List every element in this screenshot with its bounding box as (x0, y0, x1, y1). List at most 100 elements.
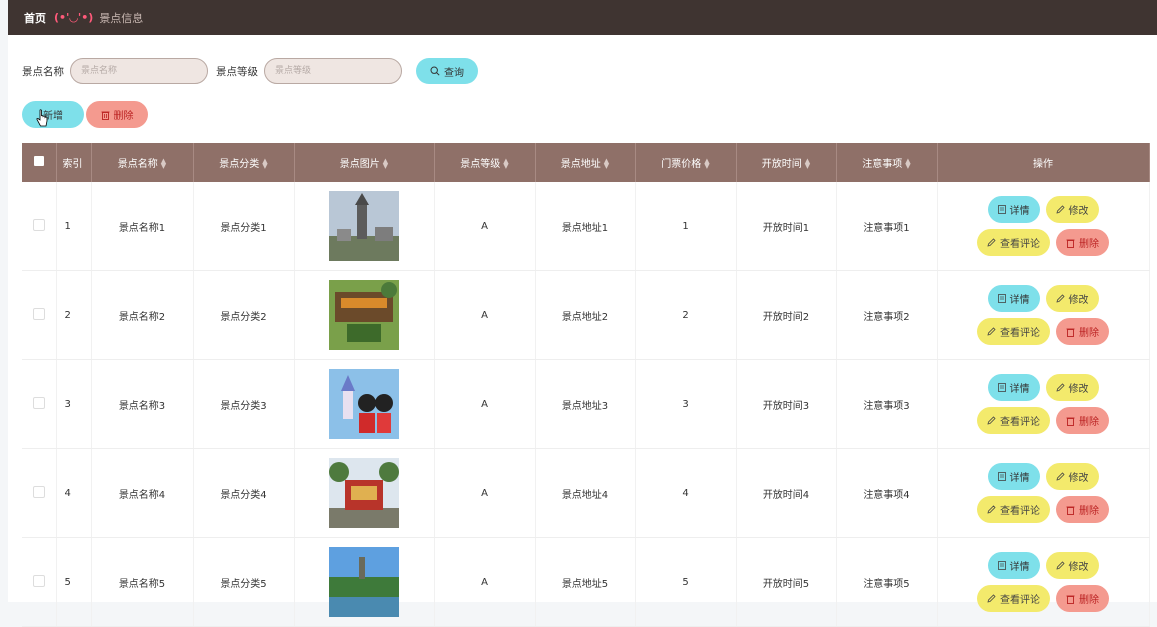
pencil-icon (987, 238, 996, 247)
row-action-group: 详情 修改 查看评论 删除 (938, 374, 1149, 434)
row-delete-button[interactable]: 删除 (1056, 496, 1109, 523)
col-level-label: 景点等级 (460, 159, 501, 170)
col-price[interactable]: 门票价格 ▲ ▼ (635, 143, 737, 182)
view-comments-button[interactable]: 查看评论 (977, 229, 1050, 256)
detail-button[interactable]: 详情 (987, 196, 1040, 223)
pencil-icon (1055, 205, 1065, 214)
row-level: A (434, 270, 536, 360)
row-index: 1 (56, 182, 92, 271)
col-address[interactable]: 景点地址 ▲ ▼ (535, 143, 636, 182)
content-panel: 景点名称 景点等级 查询 新增 删除 索引 景点名称▲▼ 景点分类▲▼ (8, 35, 1157, 627)
row-address: 景点地址3 (535, 359, 636, 449)
search-button-label: 查询 (444, 67, 464, 79)
col-notes-label: 注意事项 (862, 159, 903, 170)
view-comments-button[interactable]: 查看评论 (977, 407, 1050, 434)
col-notes[interactable]: 注意事项 ▲ ▼ (836, 143, 938, 182)
sort-icon[interactable]: ▲ ▼ (604, 158, 609, 170)
sort-icon[interactable]: ▲ ▼ (805, 158, 810, 170)
bulk-delete-button[interactable]: 删除 (86, 101, 148, 128)
detail-button[interactable]: 详情 (987, 552, 1040, 579)
detail-button-label: 详情 (1009, 384, 1030, 395)
row-category: 景点分类4 (193, 448, 295, 538)
detail-button[interactable]: 详情 (987, 285, 1040, 312)
pencil-icon (1055, 561, 1065, 570)
row-select-cell[interactable] (22, 448, 57, 538)
row-checkbox[interactable] (32, 574, 45, 587)
row-delete-button[interactable]: 删除 (1056, 229, 1109, 256)
row-checkbox[interactable] (32, 218, 45, 231)
view-comments-button[interactable]: 查看评论 (977, 496, 1050, 523)
col-name-label: 景点名称 (117, 159, 158, 170)
row-address: 景点地址4 (535, 448, 636, 538)
row-name: 景点名称3 (91, 359, 194, 449)
detail-button[interactable]: 详情 (987, 374, 1040, 401)
sort-icon[interactable]: ▲ ▼ (905, 158, 910, 170)
edit-button[interactable]: 修改 (1045, 374, 1099, 401)
row-select-cell[interactable] (22, 270, 57, 360)
row-hours: 开放时间4 (736, 448, 837, 538)
row-action-line: 详情 修改 (987, 196, 1099, 223)
row-level: A (434, 537, 536, 627)
edit-button[interactable]: 修改 (1045, 552, 1099, 579)
row-action-line: 查看评论 删除 (977, 585, 1109, 612)
row-delete-button[interactable]: 删除 (1056, 407, 1109, 434)
add-button[interactable]: 新增 (22, 101, 84, 128)
sort-icon[interactable]: ▲ ▼ (262, 158, 267, 170)
sort-icon[interactable]: ▲ ▼ (161, 158, 166, 170)
col-actions: 操作 (937, 143, 1150, 182)
attraction-image (329, 458, 399, 528)
level-search-input[interactable] (264, 58, 402, 84)
row-checkbox[interactable] (32, 485, 45, 498)
sort-icon[interactable]: ▲ ▼ (704, 158, 709, 170)
edit-button[interactable]: 修改 (1045, 463, 1099, 490)
edit-button[interactable]: 修改 (1045, 285, 1099, 312)
col-category[interactable]: 景点分类 ▲ ▼ (193, 143, 295, 182)
pencil-icon (1055, 472, 1065, 481)
row-action-line: 查看评论 删除 (977, 496, 1109, 523)
document-icon (997, 561, 1006, 570)
sort-icon[interactable]: ▲ ▼ (383, 158, 388, 170)
search-bar: 景点名称 景点等级 查询 (22, 57, 478, 85)
attraction-image (329, 369, 399, 439)
row-level: A (434, 359, 536, 449)
search-button[interactable]: 查询 (416, 58, 478, 84)
view-comments-label: 查看评论 (1000, 595, 1040, 606)
row-delete-label: 删除 (1079, 417, 1099, 428)
row-index: 3 (56, 359, 92, 449)
name-search-input[interactable] (70, 58, 208, 84)
row-action-group: 详情 修改 查看评论 删除 (938, 463, 1149, 523)
select-all-cell[interactable] (22, 143, 57, 182)
breadcrumb-current: 景点信息 (99, 11, 144, 25)
name-label: 景点名称 (22, 65, 64, 78)
document-icon (997, 472, 1006, 481)
attraction-image (329, 191, 399, 261)
row-select-cell[interactable] (22, 537, 57, 627)
row-address: 景点地址1 (535, 182, 636, 271)
row-action-line: 详情 修改 (987, 463, 1099, 490)
row-category: 景点分类1 (193, 182, 295, 271)
col-image[interactable]: 景点图片 ▲ ▼ (294, 143, 435, 182)
row-delete-button[interactable]: 删除 (1056, 318, 1109, 345)
col-name[interactable]: 景点名称 ▲ ▼ (91, 143, 194, 182)
view-comments-button[interactable]: 查看评论 (977, 318, 1050, 345)
row-delete-button[interactable]: 删除 (1056, 585, 1109, 612)
row-actions: 详情 修改 查看评论 删除 (937, 182, 1150, 271)
row-select-cell[interactable] (22, 359, 57, 449)
select-all-checkbox[interactable] (33, 156, 44, 166)
row-category: 景点分类5 (193, 537, 295, 627)
pencil-icon (987, 505, 996, 514)
detail-button[interactable]: 详情 (987, 463, 1040, 490)
row-select-cell[interactable] (22, 182, 57, 271)
col-level[interactable]: 景点等级 ▲ ▼ (434, 143, 536, 182)
row-name: 景点名称4 (91, 448, 194, 538)
view-comments-label: 查看评论 (1000, 328, 1040, 339)
row-checkbox[interactable] (32, 307, 45, 320)
row-action-line: 详情 修改 (987, 552, 1099, 579)
row-checkbox[interactable] (32, 396, 45, 409)
col-hours[interactable]: 开放时间 ▲ ▼ (736, 143, 837, 182)
view-comments-button[interactable]: 查看评论 (977, 585, 1050, 612)
edit-button[interactable]: 修改 (1045, 196, 1099, 223)
sort-icon[interactable]: ▲ ▼ (503, 158, 508, 170)
row-actions: 详情 修改 查看评论 删除 (937, 359, 1150, 449)
breadcrumb-home[interactable]: 首页 (24, 10, 46, 26)
